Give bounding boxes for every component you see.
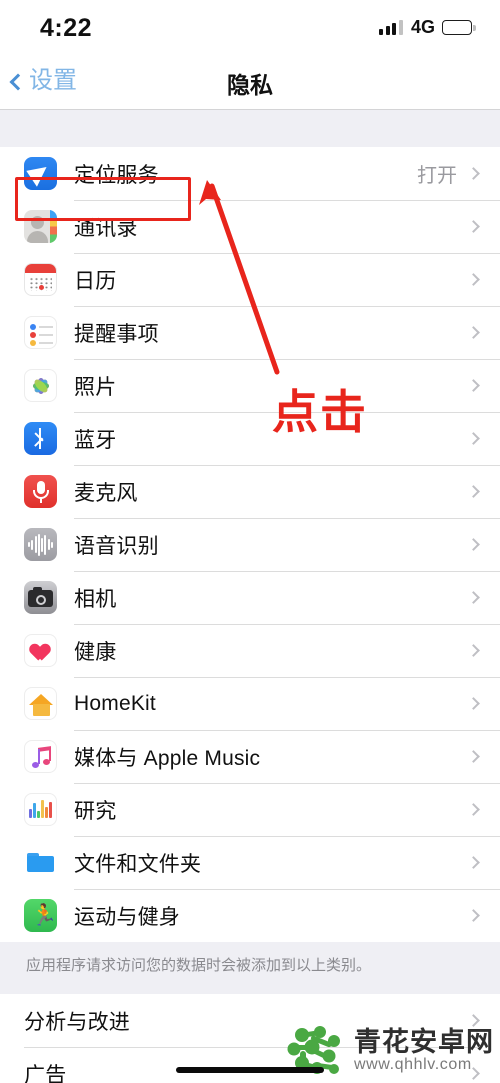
row-analytics-improvements[interactable]: 分析与改进: [0, 994, 500, 1048]
status-time: 4:22: [40, 14, 93, 42]
location-services-icon: [24, 157, 57, 190]
top-spacer: [0, 110, 500, 147]
row-label: 健康: [74, 640, 117, 664]
chevron-right-icon: [467, 379, 480, 392]
row-label: 日历: [74, 269, 117, 293]
speech-recognition-icon: [24, 528, 57, 561]
privacy-footer-note: 应用程序请求访问您的数据时会被添加到以上类别。: [0, 942, 500, 995]
research-icon: [24, 793, 57, 826]
chevron-right-icon: [467, 1067, 480, 1081]
files-folders-icon: [24, 846, 57, 879]
row-health[interactable]: 健康: [0, 624, 500, 677]
chevron-right-icon: [467, 803, 480, 816]
row-homekit[interactable]: HomeKit: [0, 677, 500, 730]
row-label: HomeKit: [74, 691, 156, 715]
row-label: 广告: [24, 1063, 67, 1083]
row-advertising[interactable]: 广告: [0, 1047, 500, 1083]
chevron-right-icon: [467, 538, 480, 551]
row-contacts[interactable]: 通讯录: [0, 200, 500, 253]
row-motion-fitness[interactable]: 🏃 运动与健身: [0, 889, 500, 942]
row-label: 语音识别: [74, 534, 159, 558]
privacy-categories-group: 定位服务 打开 通讯录 日历 提醒事项 照片 蓝牙 麦克风 语音识别 相机 健康…: [0, 147, 500, 942]
reminders-icon: [24, 316, 57, 349]
chevron-right-icon: [467, 750, 480, 763]
row-bluetooth[interactable]: 蓝牙: [0, 412, 500, 465]
contacts-icon: [24, 210, 57, 243]
row-label: 定位服务: [74, 163, 159, 187]
chevron-right-icon: [467, 1014, 480, 1028]
homekit-icon: [24, 687, 57, 720]
chevron-right-icon: [467, 644, 480, 657]
row-reminders[interactable]: 提醒事项: [0, 306, 500, 359]
row-label: 文件和文件夹: [74, 852, 202, 876]
network-type-label: 4G: [410, 17, 435, 37]
fitness-icon: 🏃: [24, 899, 57, 932]
row-photos[interactable]: 照片: [0, 359, 500, 412]
health-icon: [24, 634, 57, 667]
row-calendar[interactable]: 日历: [0, 253, 500, 306]
chevron-right-icon: [467, 326, 480, 339]
page-title: 隐私: [227, 72, 273, 98]
bluetooth-icon: [24, 422, 57, 455]
battery-icon: [442, 19, 476, 35]
home-indicator[interactable]: [176, 1067, 324, 1073]
row-microphone[interactable]: 麦克风: [0, 465, 500, 518]
row-location-services[interactable]: 定位服务 打开: [0, 147, 500, 200]
row-label: 分析与改进: [24, 1010, 130, 1034]
calendar-icon: [24, 263, 57, 296]
status-indicators: 4G: [379, 17, 476, 37]
photos-icon: [24, 369, 57, 402]
row-label: 照片: [74, 375, 117, 399]
row-label: 媒体与 Apple Music: [74, 746, 261, 770]
settings-scroll-area[interactable]: 定位服务 打开 通讯录 日历 提醒事项 照片 蓝牙 麦克风 语音识别 相机 健康…: [0, 110, 500, 1083]
chevron-right-icon: [467, 432, 480, 445]
row-label: 提醒事项: [74, 322, 159, 346]
camera-icon: [24, 581, 57, 614]
row-media-apple-music[interactable]: 媒体与 Apple Music: [0, 730, 500, 783]
signal-bars-icon: [379, 19, 403, 35]
phone-screen: 4:22 4G 设置 隐私 定位服务 打开 通讯录 日历 提醒事项 照片 蓝牙 …: [0, 0, 500, 1083]
chevron-right-icon: [467, 485, 480, 498]
row-speech-recognition[interactable]: 语音识别: [0, 518, 500, 571]
row-label: 研究: [74, 799, 117, 823]
chevron-right-icon: [467, 273, 480, 286]
chevron-right-icon: [467, 909, 480, 922]
microphone-icon: [24, 475, 57, 508]
row-research[interactable]: 研究: [0, 783, 500, 836]
row-label: 蓝牙: [74, 428, 117, 452]
navigation-bar: 设置 隐私: [0, 58, 500, 110]
row-camera[interactable]: 相机: [0, 571, 500, 624]
chevron-right-icon: [467, 697, 480, 710]
apple-music-icon: [24, 740, 57, 773]
row-label: 通讯录: [74, 216, 138, 240]
row-label: 运动与健身: [74, 905, 180, 929]
row-label: 相机: [74, 587, 117, 611]
row-files-and-folders[interactable]: 文件和文件夹: [0, 836, 500, 889]
row-value: 打开: [417, 165, 457, 187]
chevron-right-icon: [467, 856, 480, 869]
status-bar: 4:22 4G: [0, 0, 500, 58]
chevron-right-icon: [467, 591, 480, 604]
chevron-right-icon: [467, 220, 480, 233]
chevron-right-icon: [467, 167, 480, 180]
row-label: 麦克风: [74, 481, 138, 505]
